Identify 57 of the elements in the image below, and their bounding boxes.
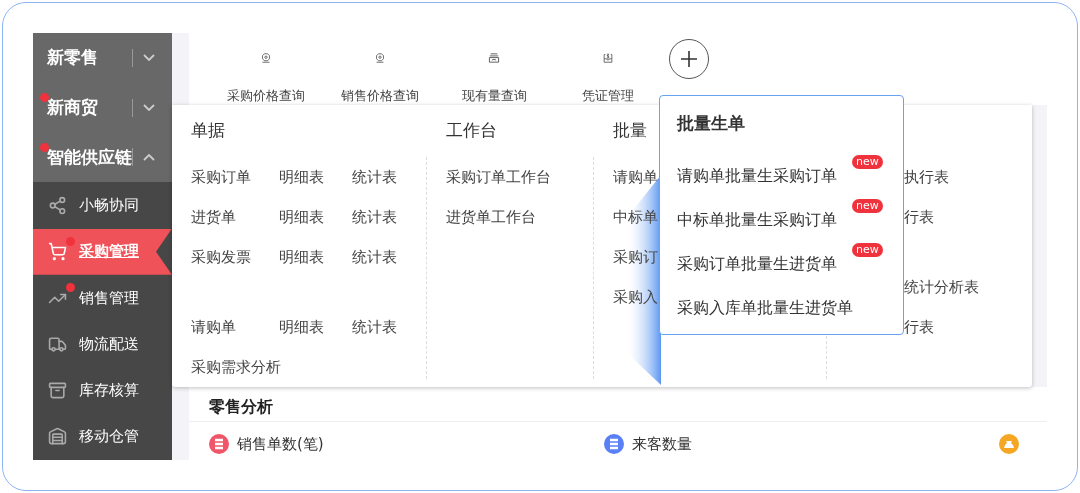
cart-icon — [48, 242, 67, 262]
column-title: 工作台 — [446, 119, 497, 142]
plus-icon — [679, 49, 699, 69]
shortcut-label[interactable]: 采购价格查询 — [227, 87, 305, 105]
menu-link[interactable]: 行表 — [904, 207, 1047, 227]
sidebar-group[interactable]: 新商贸 — [33, 82, 172, 133]
menu-link[interactable]: 请购单批量生采购订单 — [677, 165, 837, 187]
group-label: 智能供应链 — [47, 145, 132, 169]
menu-link[interactable]: 采购订单批量生进货单 — [677, 253, 837, 275]
menu-link[interactable]: 统计表 — [352, 167, 426, 187]
new-badge: new — [852, 155, 883, 169]
menu-link[interactable]: 明细表 — [279, 167, 352, 187]
shortcut-label[interactable]: 现有量查询 — [461, 87, 527, 105]
menu-link[interactable]: 中标单批量生采购订单 — [677, 209, 837, 231]
group-label: 新零售 — [47, 46, 99, 70]
shortcut-label[interactable]: 销售价格查询 — [341, 87, 419, 105]
menu-link[interactable]: 采购入库单批量生进货单 — [677, 297, 853, 319]
new-badge: new — [852, 199, 883, 213]
add-button[interactable] — [669, 39, 709, 79]
popover-title: 批量生单 — [677, 112, 746, 135]
warehouse-icon — [48, 427, 67, 447]
stat-label: 销售单数(笔) — [237, 434, 324, 454]
menu-link[interactable]: 进货单 — [191, 207, 279, 227]
tray-icon — [48, 381, 67, 401]
menu-link[interactable]: 统计分析表 — [904, 277, 1047, 297]
menu-link[interactable]: 请购单 — [191, 317, 279, 337]
chevron-down-icon — [143, 104, 155, 112]
sidebar-item[interactable]: 销售管理 — [33, 274, 172, 322]
menu-link[interactable]: 明细表 — [279, 317, 352, 337]
sidebar-group[interactable]: 智能供应链 — [33, 132, 172, 183]
menu-link[interactable]: 进货单工作台 — [446, 207, 607, 227]
menu-link[interactable]: 统计表 — [352, 207, 426, 227]
truck-icon — [48, 334, 67, 354]
new-badge: new — [852, 243, 883, 257]
menu-link[interactable]: 统计表 — [352, 247, 426, 267]
menu-link[interactable]: 行表 — [904, 317, 1047, 337]
chevron-up-icon — [143, 153, 155, 161]
sidebar-group[interactable]: 新零售 — [33, 33, 172, 83]
menu-link[interactable]: 采购订单工作台 — [446, 167, 607, 187]
menu-link[interactable]: 明细表 — [279, 247, 352, 267]
column-title: 单据 — [191, 119, 225, 142]
network-icon — [48, 195, 67, 215]
sidebar-item[interactable]: 小畅协同 — [33, 182, 172, 229]
chevron-down-icon — [143, 54, 155, 62]
sidebar-item[interactable]: 物流配送 — [33, 321, 172, 368]
menu-link[interactable]: 采购需求分析 — [191, 357, 426, 377]
menu-link[interactable]: 统计表 — [352, 317, 426, 337]
column-title: 批量 — [613, 119, 647, 142]
menu-link[interactable]: 明细表 — [279, 207, 352, 227]
menu-link[interactable]: 采购订单 — [191, 167, 279, 187]
sidebar-item[interactable]: 库存核算 — [33, 367, 172, 414]
menu-link[interactable]: 执行表 — [904, 167, 1047, 187]
shortcut-label[interactable]: 凭证管理 — [582, 87, 634, 105]
menu-link[interactable]: 采购发票 — [191, 247, 279, 267]
sidebar-item[interactable]: 移动仓管 — [33, 413, 172, 460]
stat-label: 来客数量 — [632, 434, 692, 454]
group-label: 新商贸 — [47, 96, 99, 120]
